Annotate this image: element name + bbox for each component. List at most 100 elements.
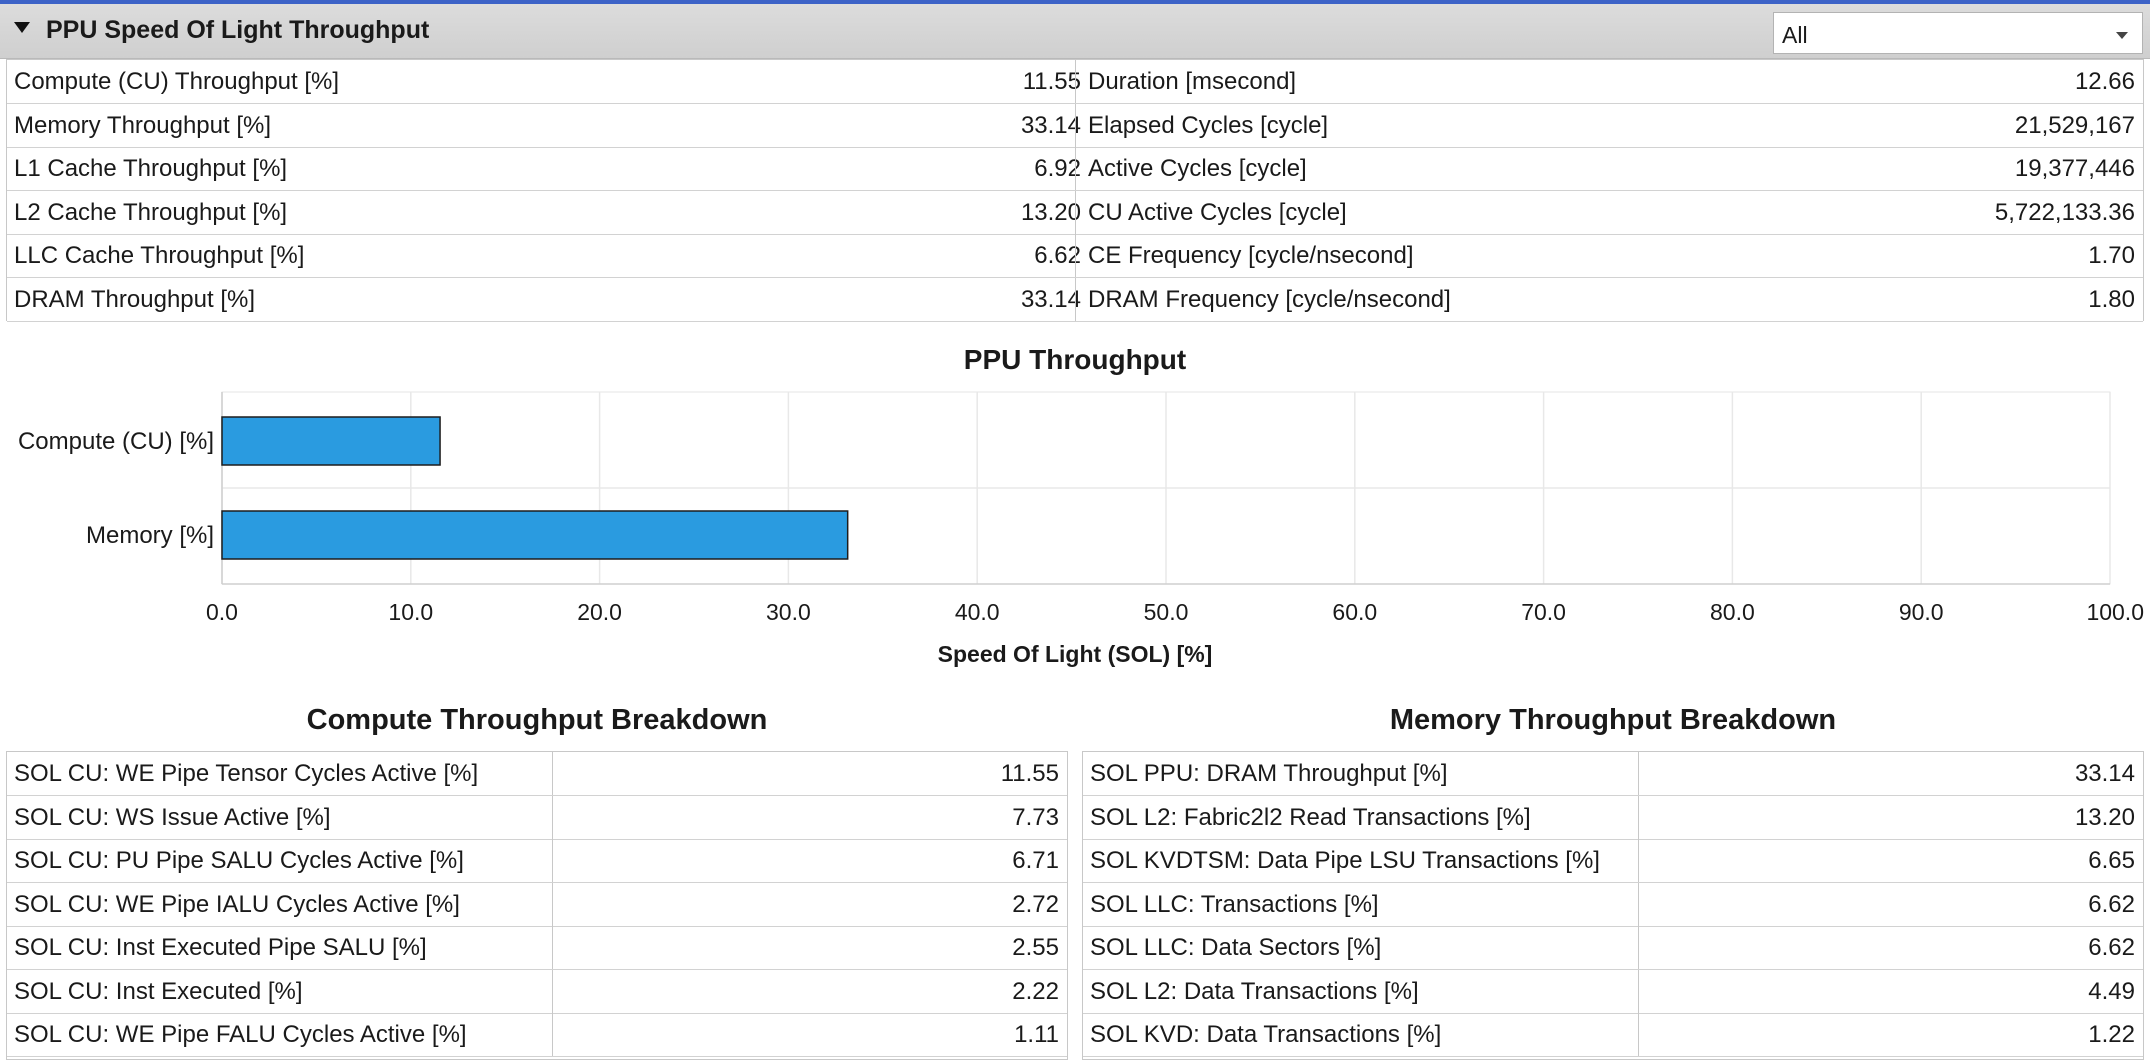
sol-metrics-table: Compute (CU) Throughput [%] 11.55 Duration… (6, 59, 2144, 322)
breakdown-row: SOL L2: Data Transactions [%] 4.49 (1083, 969, 2143, 1014)
metric-label: Duration [msecond] (1088, 68, 1297, 95)
column-divider (552, 926, 553, 969)
memory-breakdown-table: SOL PPU: DRAM Throughput [%] 33.14 SOL L2:… (1082, 751, 2144, 1060)
section-header[interactable]: PPU Speed Of Light Throughput All (0, 4, 2150, 59)
breakdown-row: SOL CU: PU Pipe SALU Cycles Active [%] 6.… (7, 839, 1067, 883)
breakdown-metric-value: 1.11 (1014, 1021, 1059, 1048)
breakdown-metric-label: SOL CU: WE Pipe Tensor Cycles Active [%] (14, 760, 479, 787)
metric-value: 12.66 (2074, 68, 2135, 95)
breakdown-metric-label: SOL CU: WE Pipe IALU Cycles Active [%] (14, 890, 460, 918)
metric-value: 19,377,446 (2014, 155, 2135, 182)
column-divider (552, 795, 553, 839)
sol-metric-row: DRAM Throughput [%] 33.14 DRAM Frequency [… (7, 277, 2143, 322)
breakdown-row: SOL KVD: Data Transactions [%] 1.22 (1083, 1013, 2143, 1057)
breakdown-row: SOL PPU: DRAM Throughput [%] 33.14 (1083, 752, 2143, 796)
y-tick-label: Compute (CU) [%] (18, 428, 214, 455)
column-divider (1075, 147, 1076, 190)
breakdown-metric-label: SOL LLC: Data Sectors [%] (1090, 934, 1382, 961)
column-divider (1075, 103, 1076, 147)
breakdown-metric-label: SOL CU: Inst Executed Pipe SALU [%] (14, 934, 427, 961)
breakdown-row: SOL L2: Fabric2l2 Read Transactions [%] 1… (1083, 795, 2143, 840)
metric-label: Memory Throughput [%] (14, 111, 272, 139)
breakdown-metric-value: 2.72 (1012, 890, 1059, 918)
metric-value: 33.14 (1020, 285, 1081, 313)
sol-metric-row: LLC Cache Throughput [%] 6.62 CE Frequency… (7, 234, 2143, 278)
breakdown-row: SOL CU: WS Issue Active [%] 7.73 (7, 795, 1067, 840)
column-divider (552, 882, 553, 926)
compute-breakdown-title: Compute Throughput Breakdown (306, 704, 768, 736)
x-tick-label: 90.0 (1899, 599, 1944, 625)
breakdown-row: SOL LLC: Transactions [%] 6.62 (1083, 882, 2143, 927)
breakdown-metric-value: 6.62 (2088, 934, 2135, 961)
column-divider (552, 839, 553, 882)
breakdown-metric-value: 11.55 (1000, 760, 1059, 787)
metric-label: Elapsed Cycles [cycle] (1088, 111, 1329, 139)
metric-label: DRAM Frequency [cycle/nsecond] (1088, 285, 1451, 313)
column-divider (1638, 882, 1639, 926)
metric-label: DRAM Throughput [%] (14, 285, 255, 313)
breakdown-metric-label: SOL KVDTSM: Data Pipe LSU Transactions [… (1090, 847, 1600, 874)
breakdown-metric-value: 13.20 (2074, 803, 2135, 831)
sol-metric-row: L2 Cache Throughput [%] 13.20 CU Active Cy… (7, 190, 2143, 235)
breakdown-row: SOL CU: Inst Executed [%] 2.22 (7, 969, 1067, 1014)
column-divider (1075, 190, 1076, 234)
breakdown-row: SOL CU: WE Pipe FALU Cycles Active [%] 1.… (7, 1013, 1067, 1057)
breakdown-metric-label: SOL L2: Data Transactions [%] (1090, 977, 1419, 1005)
metric-value: 1.70 (2088, 242, 2135, 269)
chart-title: PPU Throughput (963, 344, 1187, 375)
breakdown-metric-value: 7.73 (1012, 803, 1059, 831)
filter-dropdown-value: All (1782, 22, 1808, 48)
column-divider (1638, 1013, 1639, 1056)
metric-label: LLC Cache Throughput [%] (14, 242, 305, 269)
bar-memory (221, 510, 849, 560)
breakdown-metric-label: SOL CU: PU Pipe SALU Cycles Active [%] (14, 847, 464, 874)
metric-label: Active Cycles [cycle] (1088, 155, 1307, 182)
sol-metric-row: Compute (CU) Throughput [%] 11.55 Duration… (7, 60, 2143, 104)
breakdown-metric-label: SOL KVD: Data Transactions [%] (1090, 1021, 1442, 1048)
collapse-triangle-icon[interactable] (14, 22, 30, 33)
chart-x-axis-label: Speed Of Light (SOL) [%] (937, 641, 1213, 667)
x-tick-label: 0.0 (206, 599, 238, 625)
breakdown-metric-value: 2.22 (1012, 977, 1059, 1005)
breakdown-metric-value: 33.14 (2074, 760, 2135, 787)
breakdown-metric-label: SOL CU: WE Pipe FALU Cycles Active [%] (14, 1021, 467, 1048)
column-divider (1075, 60, 1076, 103)
metric-value: 13.20 (1020, 198, 1081, 226)
column-divider (1638, 839, 1639, 882)
breakdown-metric-value: 4.49 (2088, 977, 2135, 1005)
x-tick-label: 30.0 (766, 599, 811, 625)
metric-value: 21,529,167 (2014, 111, 2135, 139)
metric-value: 5,722,133.36 (1994, 198, 2135, 226)
column-divider (1638, 926, 1639, 969)
ppu-throughput-chart: Compute (CU) [%] Memory [%] 0.0 10.0 20.0 30.… (18, 391, 2144, 625)
x-tick-label: 20.0 (577, 599, 622, 625)
metric-value: 6.92 (1034, 155, 1081, 182)
section-title: PPU Speed Of Light Throughput (46, 16, 430, 44)
breakdown-metric-label: SOL LLC: Transactions [%] (1090, 890, 1379, 918)
metric-label: CE Frequency [cycle/nsecond] (1088, 242, 1414, 269)
bar-compute (221, 416, 441, 466)
chevron-down-icon[interactable] (2116, 32, 2128, 39)
metric-label: L1 Cache Throughput [%] (14, 155, 288, 182)
memory-breakdown-title: Memory Throughput Breakdown (1389, 704, 1837, 736)
breakdown-row: SOL KVDTSM: Data Pipe LSU Transactions [… (1083, 839, 2143, 883)
x-tick-label: 10.0 (388, 599, 433, 625)
column-divider (552, 969, 553, 1013)
breakdown-metric-label: SOL L2: Fabric2l2 Read Transactions [%] (1090, 803, 1531, 831)
sol-metric-row: Memory Throughput [%] 33.14 Elapsed Cycles… (7, 103, 2143, 148)
breakdown-row: SOL LLC: Data Sectors [%] 6.62 (1083, 926, 2143, 970)
x-tick-label: 60.0 (1332, 599, 1377, 625)
metric-label: L2 Cache Throughput [%] (14, 198, 288, 226)
column-divider (1638, 752, 1639, 795)
breakdown-row: SOL CU: Inst Executed Pipe SALU [%] 2.55 (7, 926, 1067, 970)
metric-value: 1.80 (2088, 285, 2135, 313)
column-divider (1638, 795, 1639, 839)
breakdown-metric-value: 6.65 (2088, 847, 2135, 874)
breakdown-metric-value: 2.55 (1012, 934, 1059, 961)
column-divider (1638, 969, 1639, 1013)
breakdown-row: SOL CU: WE Pipe IALU Cycles Active [%] 2.… (7, 882, 1067, 927)
breakdown-row: SOL CU: WE Pipe Tensor Cycles Active [%]… (7, 752, 1067, 796)
filter-dropdown[interactable]: All (1773, 12, 2143, 54)
column-divider (552, 752, 553, 795)
x-tick-label: 100.0 (2086, 599, 2144, 625)
